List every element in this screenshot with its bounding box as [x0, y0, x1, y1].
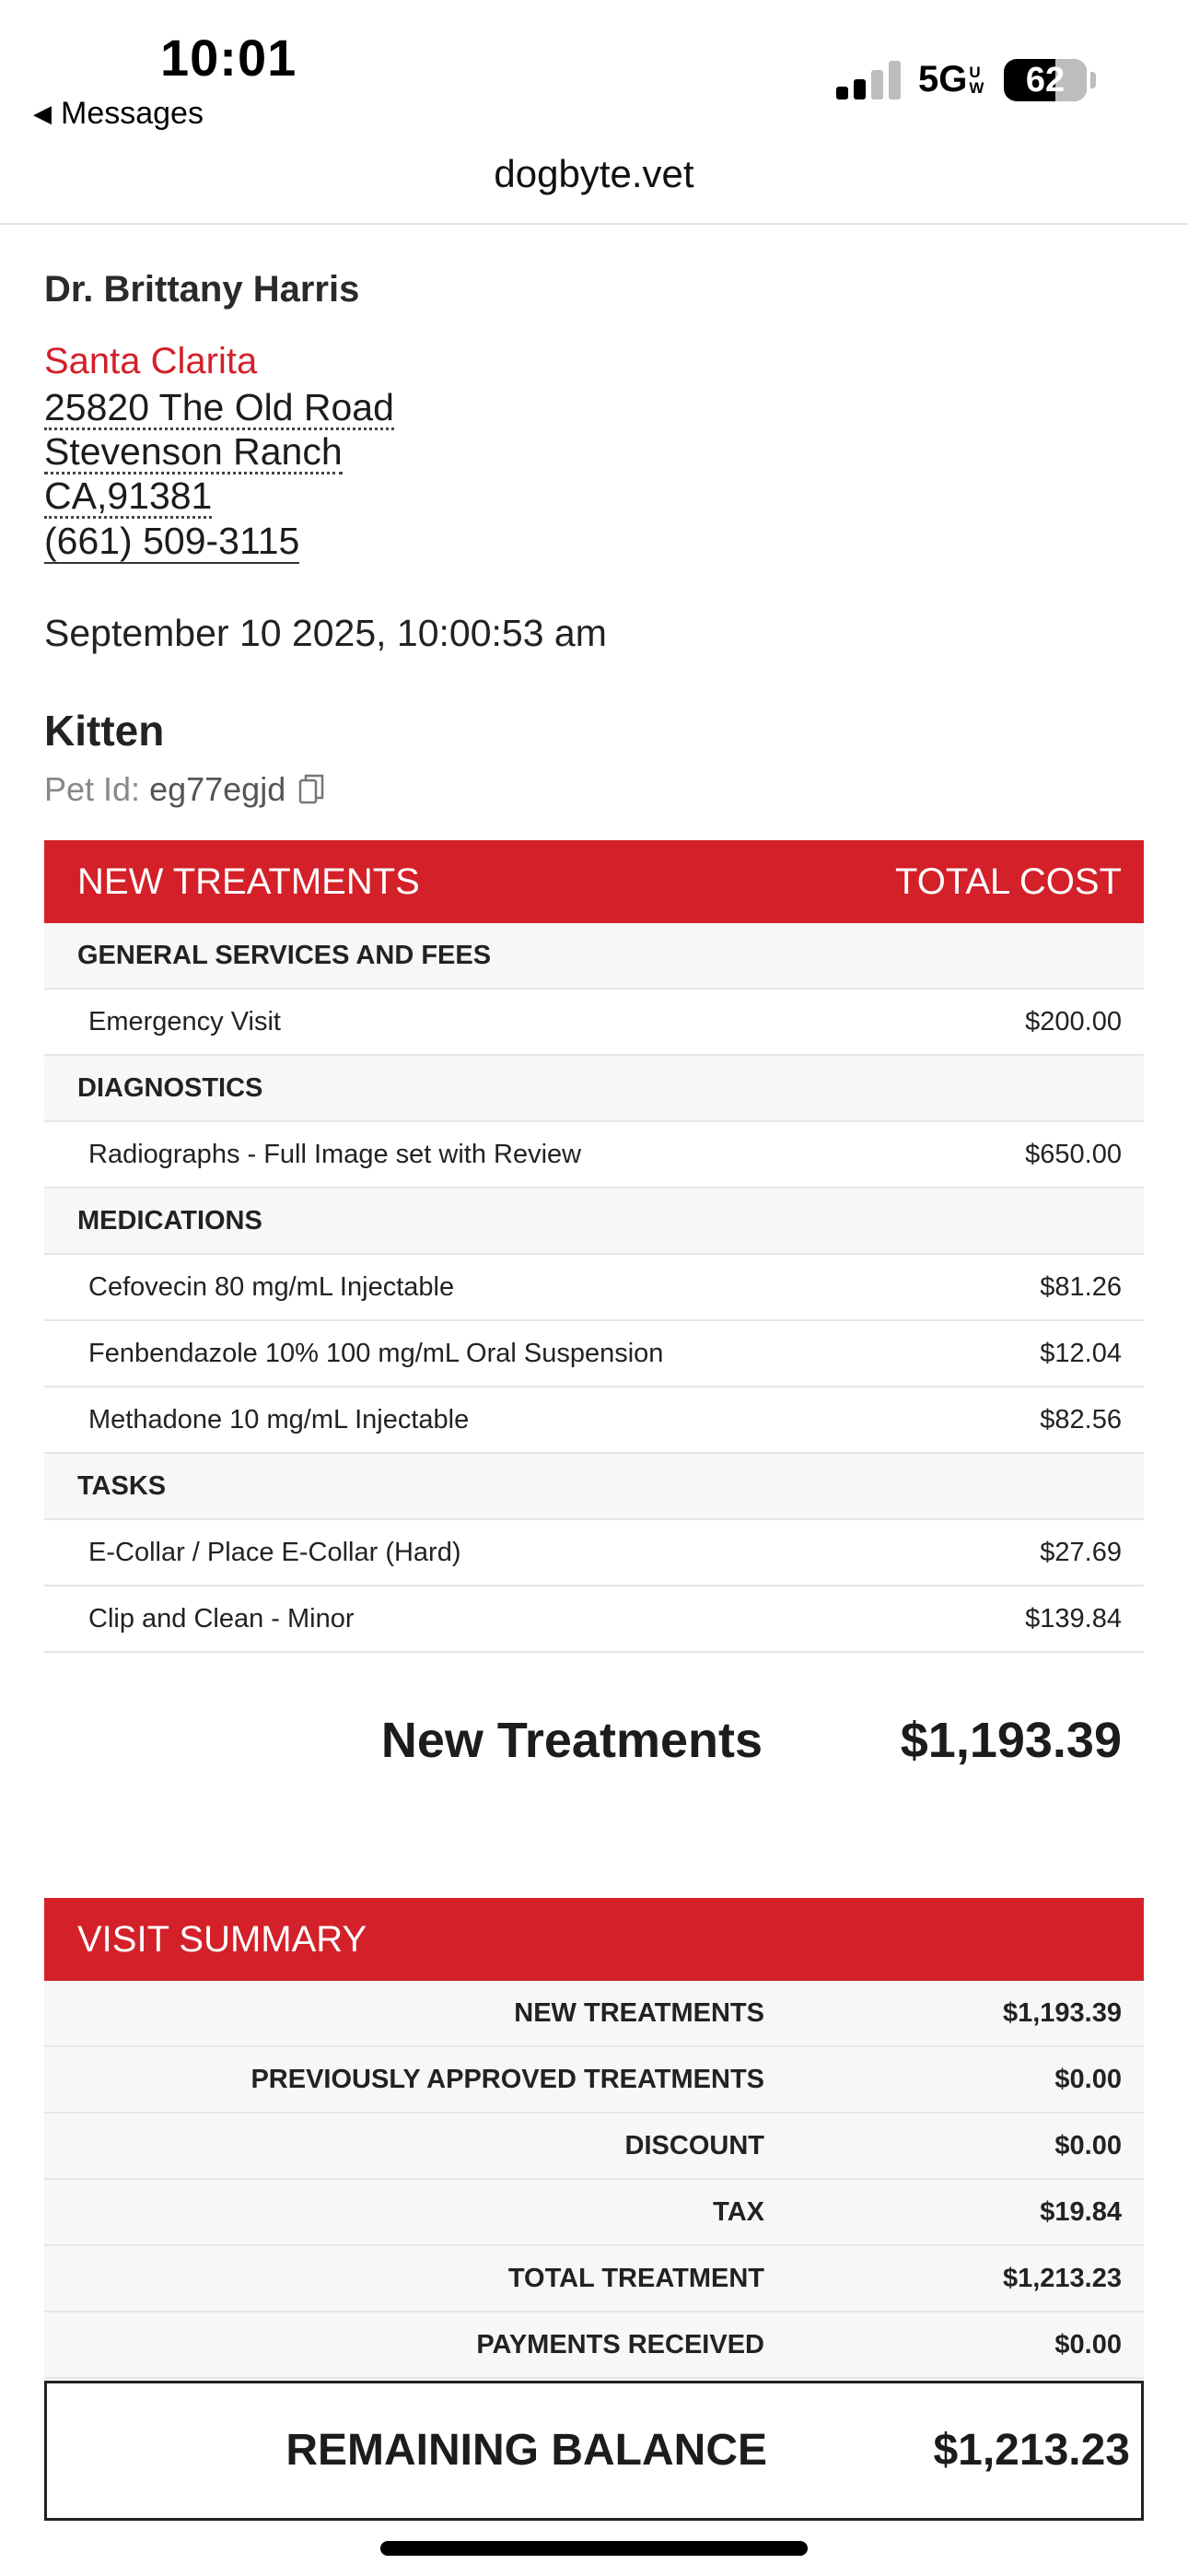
treatment-row: Methadone 10 mg/mL Injectable $82.56 [44, 1388, 1144, 1454]
treatments-header-left: NEW TREATMENTS [77, 861, 420, 902]
visit-summary-table: VISIT SUMMARY NEW TREATMENTS $1,193.39 P… [44, 1898, 1144, 2379]
summary-row: DISCOUNT $0.00 [44, 2113, 1144, 2180]
treatment-row: E-Collar / Place E-Collar (Hard) $27.69 [44, 1520, 1144, 1587]
phone-link[interactable]: (661) 509-3115 [44, 520, 300, 564]
remaining-balance-amount: $1,213.23 [933, 2426, 1130, 2475]
summary-row: NEW TREATMENTS $1,193.39 [44, 1981, 1144, 2047]
doctor-name: Dr. Brittany Harris [44, 269, 360, 310]
treatment-row: Cefovecin 80 mg/mL Injectable $81.26 [44, 1255, 1144, 1321]
category-row: MEDICATIONS [44, 1188, 1144, 1255]
summary-row: TAX $19.84 [44, 2180, 1144, 2246]
cellular-signal-icon [836, 61, 901, 100]
copy-icon[interactable] [298, 773, 324, 806]
remaining-balance-box: REMAINING BALANCE $1,213.23 [44, 2381, 1144, 2521]
battery-icon: 62 [1004, 59, 1087, 101]
back-app-label: Messages [61, 96, 204, 131]
back-triangle-icon: ◀ [33, 100, 52, 127]
status-bar: 10:01 ◀ Messages 5G UW 62 [0, 0, 1188, 138]
status-time: 10:01 [160, 29, 297, 87]
new-treatments-total: New Treatments $1,193.39 [44, 1712, 1144, 1786]
summary-row: PREVIOUSLY APPROVED TREATMENTS $0.00 [44, 2047, 1144, 2113]
treatment-row: Radiographs - Full Image set with Review… [44, 1122, 1144, 1188]
treatments-header: NEW TREATMENTS TOTAL COST [44, 840, 1144, 923]
battery-cap-icon [1090, 72, 1096, 88]
address-line-2[interactable]: Stevenson Ranch [44, 431, 343, 474]
pet-id-value: eg77egjd [149, 770, 286, 808]
visit-datetime: September 10 2025, 10:00:53 am [44, 612, 607, 654]
visit-summary-header: VISIT SUMMARY [44, 1898, 1144, 1981]
summary-row: PAYMENTS RECEIVED $0.00 [44, 2313, 1144, 2379]
url-bar[interactable]: dogbyte.vet [0, 152, 1188, 196]
battery-percent: 62 [1025, 61, 1066, 100]
treatment-row: Fenbendazole 10% 100 mg/mL Oral Suspensi… [44, 1321, 1144, 1388]
treatment-row: Clip and Clean - Minor $139.84 [44, 1587, 1144, 1653]
remaining-balance-label: REMAINING BALANCE [285, 2426, 767, 2475]
address-line-3[interactable]: CA,91381 [44, 475, 213, 519]
category-row: DIAGNOSTICS [44, 1056, 1144, 1122]
treatment-row: Emergency Visit $200.00 [44, 989, 1144, 1056]
summary-row: TOTAL TREATMENT $1,213.23 [44, 2246, 1144, 2313]
new-treatments-total-label: New Treatments [380, 1713, 763, 1768]
new-treatments-total-amount: $1,193.39 [900, 1713, 1122, 1768]
pet-name: Kitten [44, 707, 165, 755]
treatments-header-right: TOTAL COST [895, 861, 1122, 902]
treatments-table: NEW TREATMENTS TOTAL COST GENERAL SERVIC… [44, 840, 1144, 1653]
url-divider [0, 223, 1188, 225]
category-row: GENERAL SERVICES AND FEES [44, 923, 1144, 989]
address-line-1[interactable]: 25820 The Old Road [44, 387, 394, 430]
network-badge: UW [969, 64, 984, 97]
home-indicator[interactable] [380, 2541, 808, 2556]
pet-id-label: Pet Id: [44, 770, 141, 808]
network-type: 5G UW [918, 59, 984, 100]
clinic-name: Santa Clarita [44, 341, 258, 381]
back-to-messages-link[interactable]: ◀ Messages [33, 96, 204, 132]
category-row: TASKS [44, 1454, 1144, 1520]
pet-id: Pet Id: eg77egjd [44, 770, 324, 809]
